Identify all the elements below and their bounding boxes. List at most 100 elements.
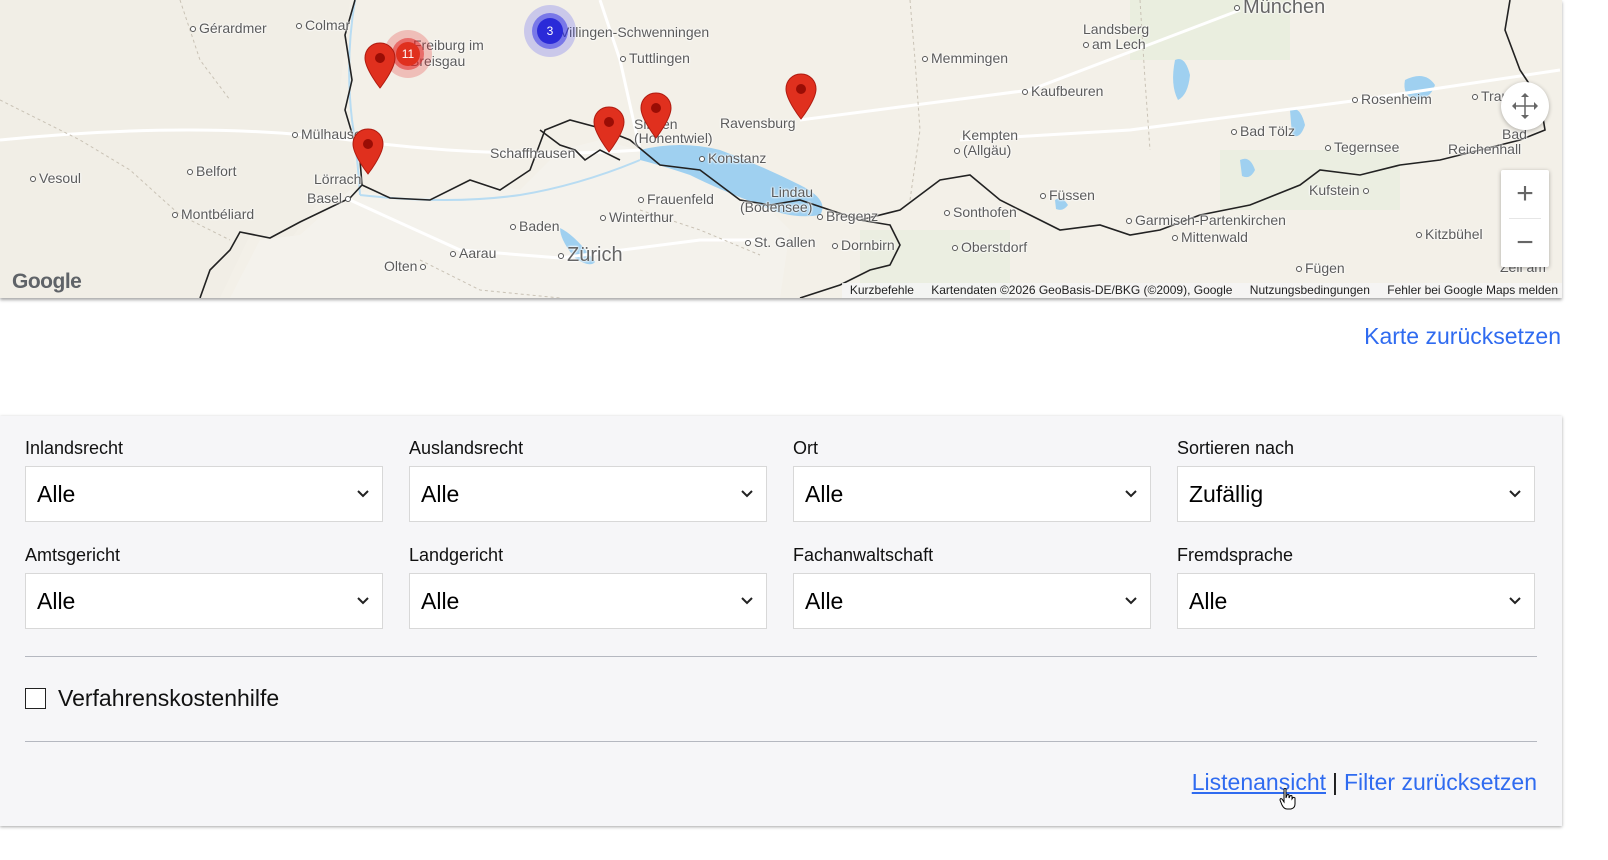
filter-amtsgericht: Amtsgericht Alle: [25, 543, 385, 629]
sort-select[interactable]: Zufällig: [1177, 466, 1535, 522]
ort-select[interactable]: Alle: [793, 466, 1151, 522]
map-marker-pin-icon[interactable]: [784, 73, 818, 121]
marker-cluster[interactable]: 3: [524, 5, 576, 57]
checkbox-label[interactable]: Verfahrenskostenhilfe: [58, 685, 279, 712]
select-value: Zufällig: [1189, 481, 1264, 507]
filter-fremdsprache: Fremdsprache Alle: [1177, 543, 1537, 629]
amtsgericht-select[interactable]: Alle: [25, 573, 383, 629]
city-label: Landsberg: [1083, 21, 1150, 37]
select-value: Alle: [421, 481, 460, 507]
filter-label: Auslandsrecht: [409, 438, 524, 458]
city-label: Garmisch-Partenkirchen: [1126, 213, 1286, 228]
chevron-down-icon: [1125, 490, 1137, 498]
city-label: Schaffhausen: [490, 145, 576, 161]
city-label: Bad Tölz: [1231, 124, 1295, 139]
terms-link[interactable]: Nutzungsbedingungen: [1250, 283, 1370, 297]
chevron-down-icon: [741, 490, 753, 498]
select-value: Alle: [1189, 588, 1228, 614]
google-logo[interactable]: Google: [12, 270, 82, 294]
filter-sortieren: Sortieren nach Zufällig: [1177, 436, 1537, 522]
map-data-text: Kartendaten ©2026 GeoBasis-DE/BKG (©2009…: [931, 283, 1233, 297]
city-label: München: [1234, 0, 1325, 17]
city-label: Kitzbühel: [1416, 227, 1483, 242]
map-marker-pin-icon[interactable]: [592, 106, 626, 154]
chevron-down-icon: [1509, 490, 1521, 498]
city-label: Kufstein: [1309, 183, 1372, 198]
city-label: Vesoul: [30, 171, 81, 186]
city-label: Villingen-Schwenningen: [560, 24, 710, 40]
map[interactable]: Gérardmer Colmar Freiburg im Breisgau Vi…: [0, 0, 1562, 298]
city-label: Kempten: [962, 127, 1019, 143]
chevron-down-icon: [741, 597, 753, 605]
filter-label: Amtsgericht: [25, 545, 121, 565]
city-label: Rosenheim: [1352, 92, 1432, 107]
city-label: Reichenhall: [1448, 141, 1522, 157]
filter-landgericht: Landgericht Alle: [409, 543, 769, 629]
report-error-link[interactable]: Fehler bei Google Maps melden: [1387, 283, 1558, 297]
city-label: Tegernsee: [1325, 140, 1399, 155]
city-label: Lindau: [771, 184, 814, 200]
city-label: Aarau: [450, 246, 496, 261]
city-label: Bregenz: [817, 209, 878, 224]
filter-label: Sortieren nach: [1177, 438, 1295, 458]
filter-label: Fremdsprache: [1177, 545, 1294, 565]
hand-cursor-icon: [1279, 788, 1296, 810]
filter-ort: Ort Alle: [793, 436, 1153, 522]
select-value: Alle: [37, 481, 76, 507]
city-label: (Allgäu): [954, 143, 1011, 158]
zoom-in-button[interactable]: +: [1501, 170, 1549, 218]
city-label: Belfort: [187, 164, 236, 179]
city-label: Zürich: [558, 245, 623, 265]
fremdsprache-select[interactable]: Alle: [1177, 573, 1535, 629]
city-label: St. Gallen: [745, 235, 815, 250]
city-label: Oberstdorf: [952, 240, 1027, 255]
cluster-count: 3: [537, 18, 563, 44]
keyboard-shortcuts-link[interactable]: Kurzbefehle: [850, 283, 914, 297]
zoom-out-button[interactable]: −: [1501, 219, 1549, 267]
divider: [25, 656, 1537, 657]
filter-label: Ort: [793, 438, 818, 458]
reset-map-link[interactable]: Karte zurücksetzen: [1364, 323, 1561, 350]
city-label: Baden: [510, 219, 559, 234]
inlandsrecht-select[interactable]: Alle: [25, 466, 383, 522]
auslandsrecht-select[interactable]: Alle: [409, 466, 767, 522]
city-label: Frauenfeld: [638, 192, 714, 207]
city-label: Konstanz: [699, 151, 766, 166]
city-label: (Bodensee): [740, 199, 813, 215]
chevron-down-icon: [1125, 597, 1137, 605]
fachanwaltschaft-select[interactable]: Alle: [793, 573, 1151, 629]
filter-inlandsrecht: Inlandsrecht Alle: [25, 436, 385, 522]
filter-label: Inlandsrecht: [25, 438, 124, 458]
fullscreen-button[interactable]: [1501, 82, 1549, 130]
panel-actions: Listenansicht | Filter zurücksetzen: [1192, 769, 1537, 796]
map-marker-pin-icon[interactable]: [351, 128, 385, 176]
map-attribution: Kurzbefehle Kartendaten ©2026 GeoBasis-D…: [841, 283, 1562, 298]
city-label: Fügen: [1296, 261, 1345, 276]
city-label: Mittenwald: [1172, 230, 1248, 245]
list-view-link[interactable]: Listenansicht: [1192, 769, 1326, 795]
zoom-control: + −: [1501, 170, 1549, 267]
chevron-down-icon: [357, 597, 369, 605]
reset-filters-link[interactable]: Filter zurücksetzen: [1344, 769, 1537, 795]
city-label: Memmingen: [922, 51, 1008, 66]
city-label: Dornbirn: [832, 238, 895, 253]
city-label: Gérardmer: [190, 21, 267, 36]
link-separator: |: [1332, 769, 1338, 795]
landgericht-select[interactable]: Alle: [409, 573, 767, 629]
map-marker-pin-icon[interactable]: [363, 42, 397, 90]
city-label: Füssen: [1040, 188, 1095, 203]
select-value: Alle: [805, 588, 844, 614]
verfahrenskostenhilfe-checkbox[interactable]: [25, 687, 46, 709]
select-value: Alle: [805, 481, 844, 507]
filter-label: Fachanwaltschaft: [793, 545, 934, 565]
city-label: am Lech: [1083, 37, 1146, 52]
city-label: Olten: [384, 259, 429, 274]
city-label: Basel: [307, 191, 354, 206]
chevron-down-icon: [357, 490, 369, 498]
map-marker-pin-icon[interactable]: [639, 92, 673, 140]
filter-label: Landgericht: [409, 545, 504, 565]
city-label: Sonthofen: [944, 205, 1017, 220]
verfahrenskostenhilfe-option: Verfahrenskostenhilfe: [25, 685, 279, 712]
cluster-count: 11: [396, 42, 420, 66]
filter-auslandsrecht: Auslandsrecht Alle: [409, 436, 769, 522]
